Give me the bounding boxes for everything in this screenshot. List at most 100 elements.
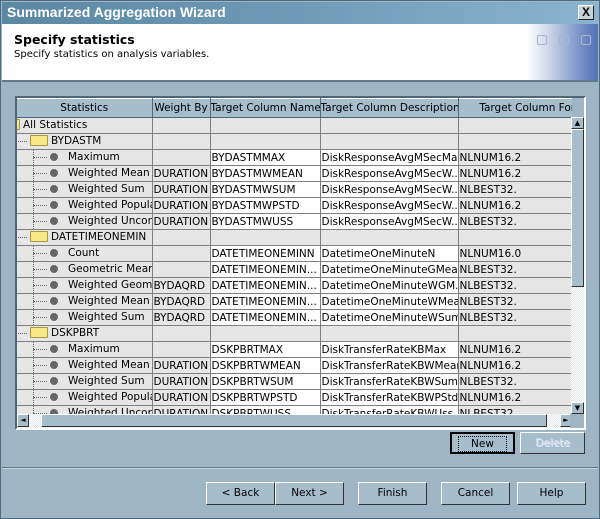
weight-by-cell[interactable] [152,229,211,246]
table-row[interactable]: Weighted UncorreDURATIONBYDASTMWUSSDiskR… [17,213,572,230]
target-column-format-cell[interactable]: NLNUM16.2 [458,165,572,182]
target-column-format-cell[interactable]: NLNUM16.2 [458,149,572,166]
target-column-format-cell[interactable]: NLBEST32. [458,277,572,294]
table-group-row[interactable]: BYDASTM [17,133,572,150]
target-column-name-cell[interactable]: BYDASTMMAX [210,149,321,166]
folder-icon[interactable] [30,135,48,146]
table-row[interactable]: Weighted GeometBYDAQRDDATETIMEONEMIN...D… [17,277,572,294]
weight-by-cell[interactable] [152,117,211,134]
cancel-button[interactable]: Cancel [441,482,510,505]
statistic-cell[interactable]: Weighted Mean [17,165,153,182]
target-column-format-cell[interactable]: NLBEST32. [458,293,572,310]
column-header[interactable]: Weight By [152,98,211,118]
target-column-format-cell[interactable]: NLNUM16.2 [458,357,572,374]
target-column-name-cell[interactable]: DATETIMEONEMIN... [210,293,321,310]
weight-by-cell[interactable]: DURATION [152,213,211,230]
folder-icon[interactable] [30,327,48,338]
weight-by-cell[interactable]: DURATION [152,357,211,374]
target-column-name-cell[interactable]: DATETIMEONEMIN... [210,261,321,278]
weight-by-cell[interactable]: DURATION [152,389,211,406]
folder-icon[interactable] [30,231,48,242]
weight-by-cell[interactable]: DURATION [152,181,211,198]
statistic-cell[interactable]: Weighted Populat [17,197,153,214]
target-column-description-cell[interactable]: DatetimeOneMinuteWGM... [320,277,459,294]
statistic-cell[interactable]: All Statistics [17,117,153,134]
target-column-format-cell[interactable]: NLBEST32. [458,309,572,326]
target-column-description-cell[interactable]: DiskTransferRateKBMax [320,341,459,358]
target-column-format-cell[interactable]: NLNUM16.0 [458,245,572,262]
vertical-scroll-thumb[interactable] [571,129,584,287]
target-column-format-cell[interactable]: NLBEST32. [458,213,572,230]
table-row[interactable]: Maximum DSKPBRTMAX DiskTransferRateKBMax NL… [17,341,572,358]
table-row[interactable]: Weighted Populat DURATION DSKPBRTWPSTD Disk… [17,389,572,406]
target-column-format-cell[interactable] [458,117,572,134]
target-column-name-cell[interactable]: DATETIMEONEMIN... [210,309,321,326]
column-header[interactable]: Statistics [17,98,153,118]
target-column-format-cell[interactable]: NLNUM16.2 [458,389,572,406]
target-column-description-cell[interactable] [320,133,459,150]
table-group-row[interactable]: DATETIMEONEMIN [17,229,572,246]
target-column-name-cell[interactable] [210,117,321,134]
statistic-cell[interactable]: DSKPBRT [17,325,153,342]
table-row[interactable]: Weighted Mean DURATION DSKPBRTWMEAN DiskTra… [17,357,572,374]
weight-by-cell[interactable] [152,325,211,342]
target-column-description-cell[interactable]: DatetimeOneMinuteWSum [320,309,459,326]
horizontal-scroll-thumb[interactable] [41,414,547,427]
scroll-left-button[interactable]: ◄ [17,414,29,427]
weight-by-cell[interactable]: DURATION [152,405,211,414]
target-column-format-cell[interactable]: NLBEST32. [458,373,572,390]
statistic-cell[interactable]: DATETIMEONEMIN [17,229,153,246]
statistic-cell[interactable]: Geometric Mean [17,261,153,278]
target-column-name-cell[interactable]: DSKPBRTWMEAN [210,357,321,374]
table-row[interactable]: Weighted Sum DURATION DSKPBRTWSUM DiskTrans… [17,373,572,390]
help-button[interactable]: Help [517,482,586,505]
target-column-name-cell[interactable]: DSKPBRTWPSTD [210,389,321,406]
table-row[interactable]: Geometric Mean DATETIMEONEMIN... DatetimeO… [17,261,572,278]
target-column-format-cell[interactable]: NLNUM16.2 [458,197,572,214]
delete-button[interactable]: Delete [520,432,585,454]
table-group-row[interactable]: DSKPBRT [17,325,572,342]
weight-by-cell[interactable]: BYDAQRD [152,309,211,326]
vertical-scrollbar[interactable]: ▲ ▼ [571,117,584,414]
back-button[interactable]: < Back [206,482,275,505]
statistic-cell[interactable]: Maximum [17,149,153,166]
statistic-cell[interactable]: Count [17,245,153,262]
statistic-cell[interactable]: Weighted Sum [17,181,153,198]
target-column-description-cell[interactable]: DiskResponseAvgMSecW... [320,181,459,198]
statistic-cell[interactable]: Weighted Uncorre [17,405,153,414]
target-column-description-cell[interactable] [320,229,459,246]
column-header[interactable]: Target Column Description [320,98,459,118]
target-column-format-cell[interactable]: NLBEST32. [458,261,572,278]
weight-by-cell[interactable]: DURATION [152,165,211,182]
target-column-name-cell[interactable]: BYDASTMWSUM [210,181,321,198]
target-column-name-cell[interactable]: DSKPBRTWUSS [210,405,321,414]
weight-by-cell[interactable] [152,341,211,358]
scroll-up-button[interactable]: ▲ [571,117,584,129]
scroll-down-button[interactable]: ▼ [571,402,584,414]
statistic-cell[interactable]: Weighted Sum [17,373,153,390]
target-column-name-cell[interactable] [210,325,321,342]
target-column-format-cell[interactable] [458,325,572,342]
target-column-description-cell[interactable]: DatetimeOneMinuteGMean [320,261,459,278]
target-column-format-cell[interactable]: NLNUM16.2 [458,341,572,358]
target-column-description-cell[interactable]: DiskResponseAvgMSecW... [320,165,459,182]
close-button[interactable]: X [578,5,594,20]
statistic-cell[interactable]: Maximum [17,341,153,358]
finish-button[interactable]: Finish [358,482,427,505]
statistic-cell[interactable]: Weighted Mean [17,293,153,310]
weight-by-cell[interactable] [152,149,211,166]
target-column-name-cell[interactable]: DSKPBRTWSUM [210,373,321,390]
target-column-description-cell[interactable] [320,117,459,134]
target-column-description-cell[interactable]: DiskResponseAvgMSecW... [320,197,459,214]
target-column-format-cell[interactable] [458,229,572,246]
target-column-format-cell[interactable] [458,133,572,150]
target-column-format-cell[interactable]: NLBEST32. [458,181,572,198]
target-column-description-cell[interactable]: DiskResponseAvgMSecMax [320,149,459,166]
target-column-description-cell[interactable]: DatetimeOneMinuteWMean [320,293,459,310]
table-row[interactable]: Weighted Mean BYDAQRD DATETIMEONEMIN... Dat… [17,293,572,310]
target-column-description-cell[interactable]: DiskTransferRateKBWSum [320,373,459,390]
target-column-name-cell[interactable]: DATETIMEONEMINN [210,245,321,262]
target-column-description-cell[interactable]: DiskTransferRateKBWPStd [320,389,459,406]
column-header[interactable]: Target Column Format [458,98,572,118]
statistic-cell[interactable]: Weighted Populat [17,389,153,406]
